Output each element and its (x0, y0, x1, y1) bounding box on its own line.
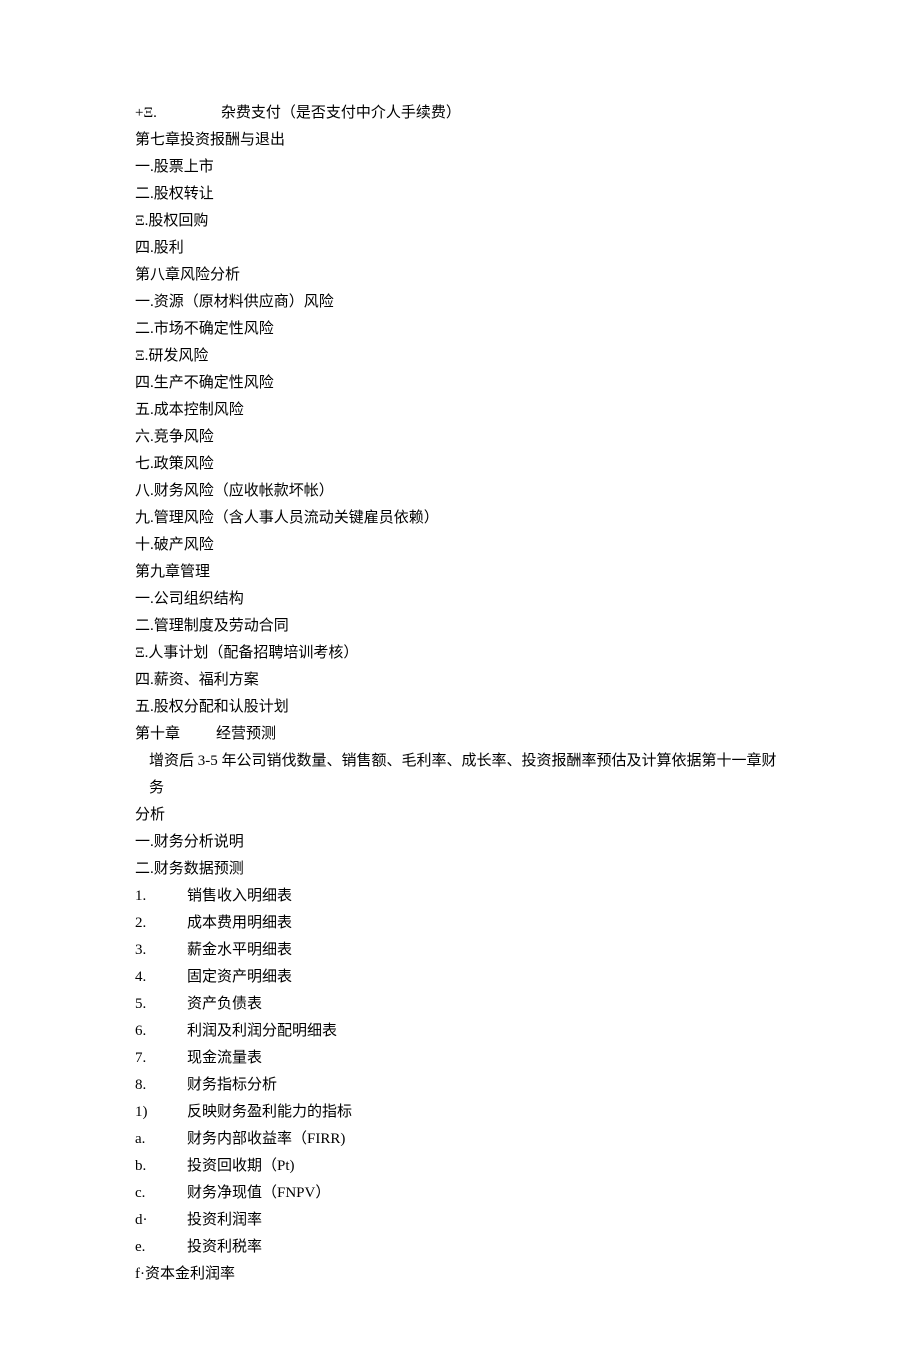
text-line: 四.生产不确定性风险 (135, 370, 785, 397)
text-line: 第八章风险分析 (135, 262, 785, 289)
text-line: 二.股权转让 (135, 181, 785, 208)
text-line: 第十章 经营预测 (135, 721, 785, 748)
text-line: 六.竞争风险 (135, 424, 785, 451)
text-line: 1)反映财务盈利能力的指标 (135, 1099, 785, 1126)
text-line: Ξ.研发风险 (135, 343, 785, 370)
line-text: 经营预测 (216, 726, 276, 742)
text-line: 九.管理风险（含人事人员流动关键雇员依赖） (135, 505, 785, 532)
text-line: 七.政策风险 (135, 451, 785, 478)
text-line: 五.股权分配和认股计划 (135, 694, 785, 721)
line-text: 利润及利润分配明细表 (187, 1023, 337, 1039)
line-index: e. (135, 1234, 187, 1261)
line-text: 现金流量表 (187, 1050, 262, 1066)
line-text: 财务内部收益率（FIRR) (187, 1131, 345, 1147)
line-index: 第十章 (135, 726, 180, 742)
line-index: c. (135, 1180, 187, 1207)
line-text: 成本费用明细表 (187, 915, 292, 931)
line-index: 4. (135, 964, 187, 991)
text-line: 4.固定资产明细表 (135, 964, 785, 991)
line-text: 薪金水平明细表 (187, 942, 292, 958)
line-text: 财务指标分析 (187, 1077, 277, 1093)
text-line: 四.股利 (135, 235, 785, 262)
text-line: 一.公司组织结构 (135, 586, 785, 613)
line-index: 7. (135, 1045, 187, 1072)
document-body: +Ξ. 杂费支付（是否支付中介人手续费） 第七章投资报酬与退出一.股票上市二.股权转… (0, 0, 920, 1348)
text-line: 二.市场不确定性风险 (135, 316, 785, 343)
text-line: 十.破产风险 (135, 532, 785, 559)
line-index: 8. (135, 1072, 187, 1099)
text-line: 二.财务数据预测 (135, 856, 785, 883)
line-index: 2. (135, 910, 187, 937)
text-line: 3.薪金水平明细表 (135, 937, 785, 964)
line-text: 固定资产明细表 (187, 969, 292, 985)
text-line: 八.财务风险（应收帐款坏帐） (135, 478, 785, 505)
text-line: 第七章投资报酬与退出 (135, 127, 785, 154)
text-line: 1.销售收入明细表 (135, 883, 785, 910)
text-line: 一.资源（原材料供应商）风险 (135, 289, 785, 316)
line-index: 5. (135, 991, 187, 1018)
line-text: 投资利税率 (187, 1239, 262, 1255)
line-index: +Ξ. (135, 105, 157, 121)
text-line: e.投资利税率 (135, 1234, 785, 1261)
line-text: 投资利润率 (187, 1212, 262, 1228)
text-line: 五.成本控制风险 (135, 397, 785, 424)
text-line: 一.股票上市 (135, 154, 785, 181)
text-line: 5.资产负债表 (135, 991, 785, 1018)
line-text: 资产负债表 (187, 996, 262, 1012)
text-line: 6.利润及利润分配明细表 (135, 1018, 785, 1045)
text-line: Ξ.人事计划（配备招聘培训考核） (135, 640, 785, 667)
line-text: 投资回收期（Pt) (187, 1158, 295, 1174)
line-index: 1) (135, 1099, 187, 1126)
line-text: 财务净现值（FNPV） (187, 1185, 330, 1201)
line-index: 6. (135, 1018, 187, 1045)
text-line: 2.成本费用明细表 (135, 910, 785, 937)
text-line: 一.财务分析说明 (135, 829, 785, 856)
line-index: b. (135, 1153, 187, 1180)
text-line: a.财务内部收益率（FIRR) (135, 1126, 785, 1153)
text-line: 分析 (135, 802, 785, 829)
line-index: 3. (135, 937, 187, 964)
text-line: 增资后 3-5 年公司销伐数量、销售额、毛利率、成长率、投资报酬率预估及计算依据… (135, 748, 785, 802)
text-line: d·投资利润率 (135, 1207, 785, 1234)
text-line: 二.管理制度及劳动合同 (135, 613, 785, 640)
text-line: f·资本金利润率 (135, 1261, 785, 1288)
line-index: d· (135, 1207, 187, 1234)
text-line: 7.现金流量表 (135, 1045, 785, 1072)
text-line: c.财务净现值（FNPV） (135, 1180, 785, 1207)
line-text: 销售收入明细表 (187, 888, 292, 904)
text-line: Ξ.股权回购 (135, 208, 785, 235)
line-index: 1. (135, 883, 187, 910)
line-text: 杂费支付（是否支付中介人手续费） (221, 105, 461, 121)
text-line: 四.薪资、福利方案 (135, 667, 785, 694)
line-text: 反映财务盈利能力的指标 (187, 1104, 352, 1120)
text-line: +Ξ. 杂费支付（是否支付中介人手续费） (135, 100, 785, 127)
text-line: b.投资回收期（Pt) (135, 1153, 785, 1180)
text-line: 第九章管理 (135, 559, 785, 586)
text-line: 8.财务指标分析 (135, 1072, 785, 1099)
line-index: a. (135, 1126, 187, 1153)
